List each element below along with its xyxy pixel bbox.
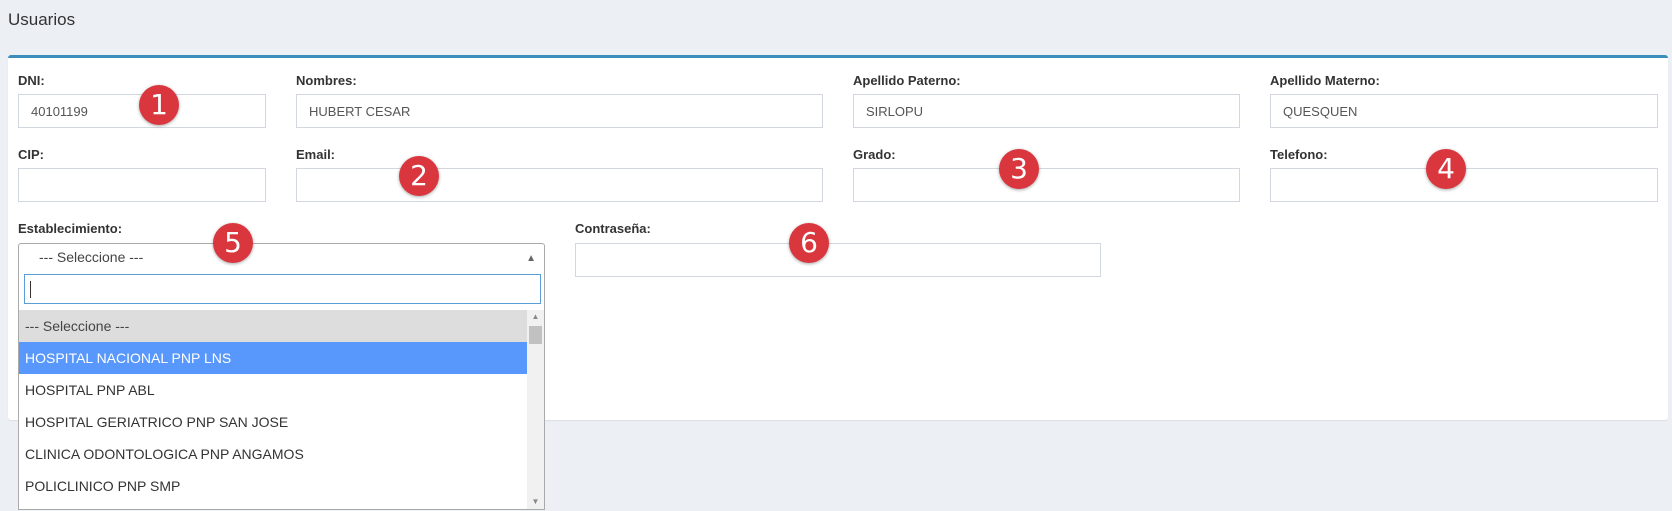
email-label: Email: [296, 147, 336, 162]
annotation-badge: 1 [139, 85, 179, 125]
annotation-badge: 6 [789, 223, 829, 263]
list-item[interactable]: HOSPITAL PNP ABL [19, 374, 527, 406]
list-item[interactable]: POLICLINICO PNP SMP [19, 470, 527, 502]
email-field[interactable] [296, 168, 823, 202]
nombres-field[interactable]: HUBERT CESAR [296, 94, 823, 128]
dni-label: DNI: [18, 73, 45, 88]
annotation-badge: 2 [399, 156, 439, 196]
scroll-thumb[interactable] [529, 326, 542, 344]
dropdown-scrollbar[interactable]: ▲ ▼ [527, 310, 544, 509]
scroll-up-icon[interactable]: ▲ [527, 310, 544, 324]
list-item[interactable]: --- Seleccione --- [19, 310, 527, 342]
dropdown-search-input[interactable] [24, 274, 541, 304]
grado-field[interactable] [853, 168, 1240, 202]
page-title: Usuarios [8, 10, 76, 29]
cip-label: CIP: [18, 147, 44, 162]
cip-field[interactable] [18, 168, 266, 202]
apellido-paterno-field[interactable]: SIRLOPU [853, 94, 1240, 128]
annotation-badge: 5 [213, 223, 253, 263]
contrasena-label: Contraseña: [575, 221, 651, 236]
apellido-paterno-label: Apellido Paterno: [853, 73, 961, 88]
establecimiento-select[interactable]: --- Seleccione --- ▲ [18, 243, 545, 271]
grado-label: Grado: [853, 147, 896, 162]
scroll-down-icon[interactable]: ▼ [527, 495, 544, 509]
telefono-label: Telefono: [1270, 147, 1328, 162]
establecimiento-label: Establecimiento: [18, 221, 123, 236]
annotation-badge: 4 [1426, 149, 1466, 189]
caret-up-icon: ▲ [526, 253, 536, 264]
list-item[interactable]: HOSPITAL NACIONAL PNP LNS [19, 342, 527, 374]
options-list: --- Seleccione --- HOSPITAL NACIONAL PNP… [19, 310, 527, 509]
text-caret [30, 281, 31, 298]
contrasena-field[interactable] [575, 243, 1101, 277]
annotation-badge: 3 [999, 149, 1039, 189]
nombres-label: Nombres: [296, 73, 357, 88]
apellido-materno-label: Apellido Materno: [1270, 73, 1380, 88]
establecimiento-selected-value: --- Seleccione --- [39, 249, 144, 265]
apellido-materno-field[interactable]: QUESQUEN [1270, 94, 1658, 128]
list-item[interactable]: HOSPITAL GERIATRICO PNP SAN JOSE [19, 406, 527, 438]
list-item[interactable]: CLINICA ODONTOLOGICA PNP ANGAMOS [19, 438, 527, 470]
establecimiento-dropdown: --- Seleccione --- HOSPITAL NACIONAL PNP… [18, 270, 545, 510]
